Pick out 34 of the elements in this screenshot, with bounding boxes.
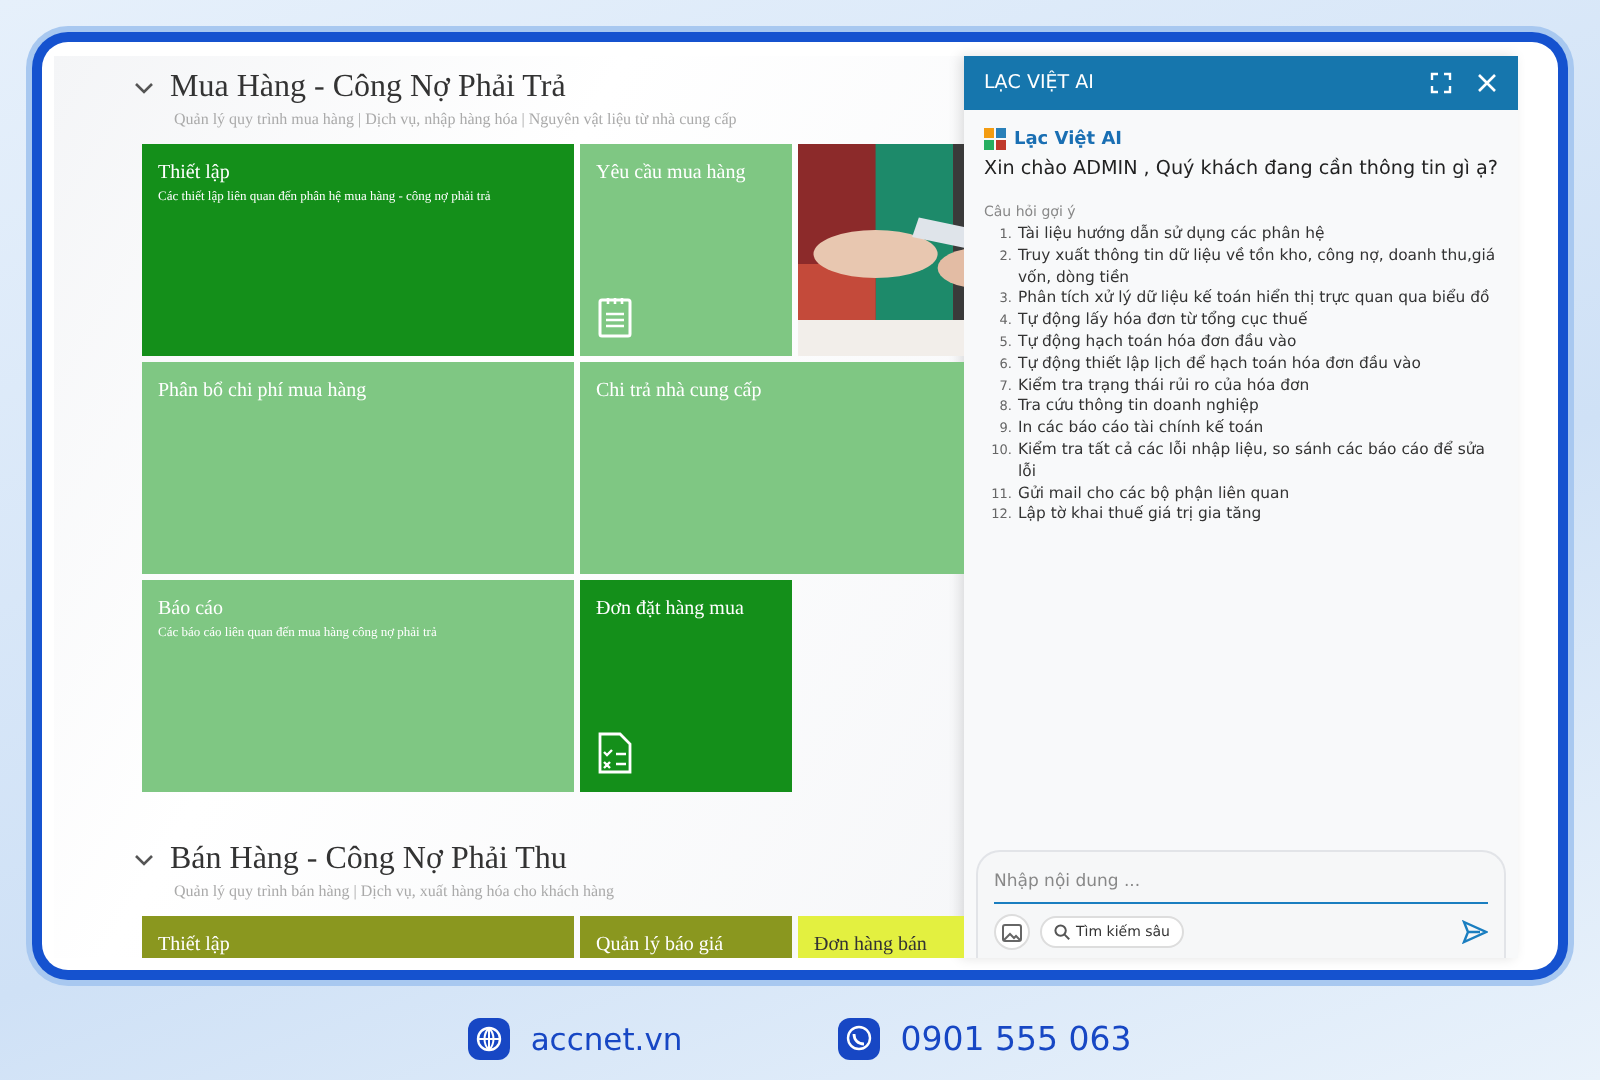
- image-icon: [1002, 923, 1022, 941]
- chevron-down-icon[interactable]: [134, 852, 154, 868]
- globe-icon: [468, 1018, 511, 1060]
- tile-title: Chi trả nhà cung cấp: [596, 380, 764, 402]
- tile-title: Thiết lập: [158, 162, 232, 184]
- menu-tile[interactable]: Đơn hàng bán: [798, 916, 964, 958]
- logo-icon: [984, 128, 1006, 150]
- tile-title: Báo cáo: [158, 598, 225, 620]
- message-input[interactable]: Nhập nội dung ...: [994, 864, 1488, 904]
- chat-title: LẠC VIỆT AI: [984, 72, 1096, 94]
- tile-title: Thiết lập: [158, 934, 232, 956]
- chevron-down-icon[interactable]: [134, 80, 154, 96]
- brand-name: Lạc Việt AI: [1014, 129, 1123, 149]
- send-icon[interactable]: [1462, 920, 1488, 944]
- expand-icon[interactable]: [1430, 72, 1452, 94]
- close-icon[interactable]: [1476, 72, 1498, 94]
- section-title: Bán Hàng - Công Nợ Phải Thu: [170, 842, 567, 878]
- greeting-message: Xin chào ADMIN , Quý khách đang cần thông tin gì ạ?: [984, 158, 1498, 180]
- website-link[interactable]: accnet.vn: [530, 1021, 683, 1057]
- search-icon: [1054, 924, 1070, 940]
- menu-tile[interactable]: Đơn đặt hàng mua: [580, 580, 792, 792]
- tile-title: Quản lý báo giá: [596, 934, 726, 956]
- section-subtitle: Quản lý quy trình mua hàng | Dịch vụ, nhập hàng hóa | Nguyên vật liệu từ nhà cung cấp: [174, 110, 739, 128]
- phone-icon: [838, 1018, 881, 1060]
- image-button[interactable]: [994, 914, 1030, 950]
- clipboard-icon: [598, 296, 632, 338]
- section-title: Mua Hàng - Công Nợ Phải Trả: [170, 70, 566, 106]
- tile-title: Yêu cầu mua hàng: [596, 162, 748, 184]
- checklist-icon: [598, 732, 632, 774]
- tile-title: Đơn hàng bán: [814, 934, 929, 956]
- tile-title: Phân bổ chi phí mua hàng: [158, 380, 369, 402]
- phone-number[interactable]: 0901 555 063: [900, 1020, 1132, 1058]
- section-subtitle: Quản lý quy trình bán hàng | Dịch vụ, xuất hàng hóa cho khách hàng: [174, 882, 616, 900]
- tile-title: Đơn đặt hàng mua: [596, 598, 746, 620]
